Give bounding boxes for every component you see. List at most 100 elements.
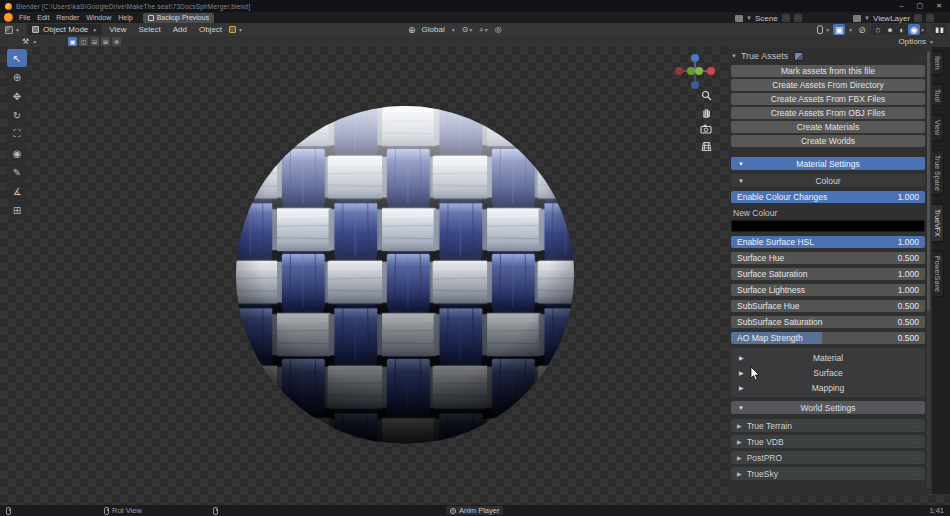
menu-file[interactable]: File — [19, 14, 30, 21]
viewlayer-selector[interactable]: ▼ ViewLayer — [853, 13, 934, 23]
menu-render[interactable]: Render — [56, 14, 79, 21]
select-mode-0[interactable]: ▣ — [68, 37, 77, 46]
slider-surface-lightness[interactable]: Surface Lightness1.000 — [731, 284, 925, 296]
action-button-5[interactable]: Create Worlds — [731, 135, 925, 147]
transform-icon-dropdown[interactable]: ▼ — [229, 26, 243, 33]
viewport-menu-select[interactable]: Select — [138, 25, 160, 34]
action-button-0[interactable]: Mark assets from this file — [731, 65, 925, 77]
shading-material-icon[interactable]: ◐ — [896, 24, 908, 35]
panel-header-true-terrain[interactable]: ▶True Terrain∙∙ — [731, 419, 925, 432]
blender-menu-icon[interactable] — [4, 13, 13, 22]
panel-scrollbar[interactable] — [927, 51, 930, 487]
select-mode-3[interactable]: ⊞ — [101, 37, 110, 46]
slider-enable-colour-changes[interactable]: Enable Colour Changes1.000 — [731, 191, 925, 203]
slider-surface-hue[interactable]: Surface Hue0.500 — [731, 252, 925, 264]
menu-help[interactable]: Help — [118, 14, 132, 21]
unlink-scene-button[interactable] — [794, 14, 802, 22]
new-viewlayer-button[interactable] — [914, 14, 922, 22]
tool-transform[interactable]: ◉ — [7, 144, 27, 162]
xray-toggle-icon[interactable]: ⊘ — [856, 24, 868, 35]
tool-add-cube[interactable]: ⊞ — [7, 201, 27, 219]
scene-selector[interactable]: ▼ Scene — [735, 13, 802, 23]
tool-move[interactable]: ✥ — [7, 87, 27, 105]
select-mode-1[interactable]: ◫ — [79, 37, 88, 46]
pivot-icon[interactable]: ⊙▼ — [462, 25, 474, 34]
tool-select-box[interactable]: ↖ — [7, 49, 27, 67]
tab-tool[interactable]: Tool — [932, 84, 944, 107]
tab-truevfx[interactable]: TrueVFX — [932, 204, 944, 242]
drag-grip-icon[interactable]: ∙∙ — [913, 422, 919, 429]
menu-edit[interactable]: Edit — [37, 14, 49, 21]
sidebar-panel: ▼ True Assets ∙∙ Mark assets from this f… — [727, 47, 932, 494]
action-button-3[interactable]: Create Assets From OBJ Files — [731, 107, 925, 119]
material-settings-header[interactable]: ▼ Material Settings — [731, 157, 925, 170]
colour-section-header[interactable]: ▼ Colour — [731, 174, 925, 187]
panel-header-true-assets[interactable]: ▼ True Assets ∙∙ — [731, 49, 925, 63]
remove-viewlayer-button[interactable] — [926, 14, 934, 22]
orientation-label[interactable]: Global — [422, 25, 445, 34]
navigation-gizmo[interactable] — [672, 51, 718, 91]
tool-scale[interactable]: ⛶ — [7, 125, 27, 143]
new-scene-button[interactable] — [782, 14, 790, 22]
select-mode-4[interactable]: ⊗ — [112, 37, 121, 46]
viewport-3d[interactable]: ↖⊕✥↻⛶◉✎∡⊞ — [0, 47, 950, 505]
colour-swatch[interactable] — [731, 220, 925, 232]
perspective-icon[interactable] — [699, 141, 713, 152]
viewport-menu-object[interactable]: Object — [199, 25, 222, 34]
tab-powersave[interactable]: PowerSave — [932, 251, 944, 297]
world-settings-header[interactable]: ▼ World Settings — [731, 401, 925, 414]
slider-ao-map-strength[interactable]: AO Map Strength0.500 — [731, 332, 925, 344]
action-button-2[interactable]: Create Assets From FBX Files — [731, 93, 925, 105]
slider-enable-surface-hsl[interactable]: Enable Surface HSL1.000 — [731, 236, 925, 248]
proportional-edit-icon[interactable]: ◎ — [495, 25, 502, 34]
shading-rendered-icon[interactable]: ◉ — [908, 24, 920, 35]
shading-wireframe-icon[interactable]: ○ — [872, 24, 884, 35]
tool-measure[interactable]: ∡ — [7, 182, 27, 200]
panel-header-truesky[interactable]: ▶TrueSky∙∙ — [731, 467, 925, 480]
active-tool-icon[interactable]: ⚒▼ — [22, 36, 37, 47]
gizmo-toggle-icon[interactable]: ▼ — [817, 25, 830, 34]
backup-previous-button[interactable]: Backup Previous — [143, 13, 215, 23]
options-dropdown[interactable]: Options ▼ — [898, 37, 934, 46]
panel-header-postpro[interactable]: ▶PostPRO∙∙ — [731, 451, 925, 464]
tab-view[interactable]: View — [932, 115, 944, 140]
subsection-mapping[interactable]: ▶Mapping — [731, 380, 925, 395]
subsection-material[interactable]: ▶Material — [731, 350, 925, 365]
camera-icon[interactable] — [699, 124, 713, 135]
tab-true-space[interactable]: True Space — [932, 150, 944, 196]
pan-icon[interactable] — [699, 107, 713, 118]
slider-subsurface-saturation[interactable]: SubSurface Saturation0.500 — [731, 316, 925, 328]
viewport-menu-view[interactable]: View — [109, 25, 126, 34]
woven-sphere-object[interactable] — [236, 106, 574, 444]
minimize-button[interactable]: – — [900, 2, 904, 10]
subsection-surface[interactable]: ▶Surface — [731, 365, 925, 380]
maximize-button[interactable]: ▢ — [917, 2, 924, 10]
tool-annotate[interactable]: ✎ — [7, 163, 27, 181]
cancel-job-icon[interactable]: ✕ — [450, 508, 456, 514]
zoom-icon[interactable] — [699, 90, 713, 101]
close-button[interactable]: ✕ — [936, 2, 942, 10]
pause-button[interactable]: ▮▮ — [933, 24, 947, 35]
tab-item[interactable]: Item — [932, 51, 944, 75]
snap-magnet-icon[interactable]: ⌕▼ — [479, 25, 488, 35]
action-button-1[interactable]: Create Assets From Directory — [731, 79, 925, 91]
slider-surface-saturation[interactable]: Surface Saturation1.000 — [731, 268, 925, 280]
drag-grip-icon[interactable]: ∙∙ — [913, 438, 919, 445]
slider-value: 1.000 — [898, 192, 919, 202]
drag-grip-icon[interactable]: ∙∙ — [913, 470, 919, 477]
mode-selector[interactable]: Object Mode ▼ — [27, 24, 102, 35]
viewport-menu-add[interactable]: Add — [173, 25, 187, 34]
drag-grip-icon[interactable]: ∙∙ — [913, 454, 919, 461]
select-mode-2[interactable]: ⊟ — [90, 37, 99, 46]
slider-subsurface-hue[interactable]: SubSurface Hue0.500 — [731, 300, 925, 312]
tool-cursor[interactable]: ⊕ — [7, 68, 27, 86]
menu-window[interactable]: Window — [86, 14, 111, 21]
action-button-4[interactable]: Create Materials — [731, 121, 925, 133]
overlays-toggle-icon[interactable]: ▣ — [833, 24, 845, 35]
editor-type-selector[interactable]: ▼ — [5, 26, 20, 34]
tool-rotate[interactable]: ↻ — [7, 106, 27, 124]
anim-player-job[interactable]: ✕ Anim Player — [446, 506, 503, 515]
drag-grip-icon[interactable]: ∙∙ — [919, 53, 925, 60]
shading-solid-icon[interactable]: ● — [884, 24, 896, 35]
panel-header-true-vdb[interactable]: ▶True VDB∙∙ — [731, 435, 925, 448]
